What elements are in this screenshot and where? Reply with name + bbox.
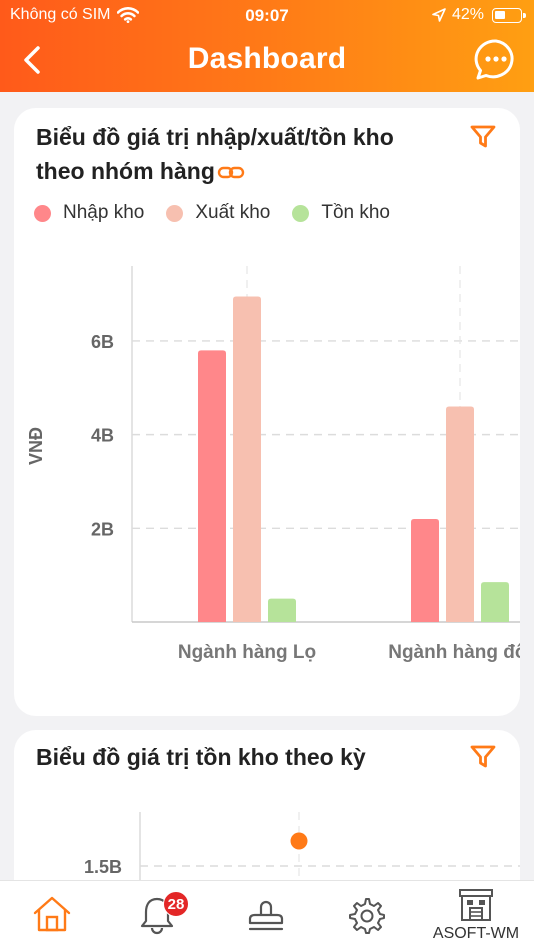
legend-item-import[interactable]: Nhập kho (34, 202, 144, 224)
chart-legend: Nhập kho Xuất kho Tồn kho (34, 202, 390, 224)
settings-tab[interactable] (316, 881, 416, 950)
gear-icon (349, 898, 385, 934)
asoft-wm-tab[interactable]: ASOFT-WM (426, 881, 526, 950)
status-right: 42% (432, 6, 526, 24)
y-tick-label: 4B (91, 426, 114, 446)
stamp-icon (248, 900, 284, 931)
legend-dot-export (166, 204, 184, 222)
card-title: Biểu đồ giá trị nhập/xuất/tồn kho theo n… (36, 120, 456, 188)
inventory-by-group-card: 2B 4B 6B VNĐ Ngành hàng Lọ Ngành hàng đôi Biể… (14, 108, 520, 716)
legend-dot-import (34, 204, 51, 222)
x-tick-label: Ngành hàng đôi (388, 642, 520, 663)
bar-Tồn kho (268, 598, 296, 622)
bottom-tab-bar: 28 ASOFT-WM (0, 880, 534, 950)
notification-badge: 28 (163, 891, 189, 917)
legend-item-export[interactable]: Xuất kho (166, 202, 270, 224)
home-tab[interactable] (2, 881, 102, 950)
bar-Xuất kho (446, 406, 474, 622)
legend-item-stock[interactable]: Tồn kho (292, 202, 390, 224)
card-title-line2: theo nhóm hàng (36, 158, 215, 184)
bar-Nhập kho (198, 350, 226, 622)
chat-button[interactable] (474, 38, 518, 82)
app-header: Không có SIM 09:07 42% Dashboard (0, 0, 534, 92)
y-axis-label: VNĐ (26, 427, 46, 465)
filter-icon (470, 125, 496, 148)
card-title-line1: Biểu đồ giá trị nhập/xuất/tồn kho (36, 124, 394, 150)
link-icon[interactable] (217, 165, 245, 181)
legend-label: Tồn kho (321, 202, 390, 223)
legend-label: Xuất kho (195, 202, 271, 223)
status-bar: Không có SIM 09:07 42% (0, 0, 534, 30)
battery-percent: 42% (451, 6, 484, 23)
bar-Nhập kho (411, 518, 439, 622)
x-tick-label: Ngành hàng Lọ (178, 642, 316, 663)
bar-chart: 2B 4B 6B VNĐ Ngành hàng Lọ Ngành hàng đôi (26, 266, 520, 663)
filter-icon (470, 745, 496, 768)
warehouse-icon (459, 889, 493, 921)
stamp-tab[interactable] (216, 881, 316, 950)
asoft-wm-label: ASOFT-WM (432, 925, 520, 942)
bar-Xuất kho (233, 296, 261, 622)
legend-dot-stock (292, 204, 310, 222)
notifications-tab[interactable]: 28 (107, 881, 207, 950)
y-tick-label: 2B (91, 519, 114, 539)
location-arrow-icon (432, 8, 446, 22)
card2-title: Biểu đồ giá trị tồn kho theo kỳ (36, 744, 366, 770)
page-title: Dashboard (187, 42, 347, 75)
battery-icon (492, 7, 526, 23)
legend-label: Nhập kho (63, 202, 145, 223)
bar-Tồn kho (481, 582, 509, 622)
nav-bar: Dashboard (0, 30, 534, 92)
data-point (290, 832, 308, 850)
chat-bubble-icon (474, 39, 514, 80)
home-icon (33, 896, 71, 932)
y-tick-label: 1.5B (84, 857, 122, 877)
filter-button[interactable] (468, 742, 498, 772)
y-tick-label: 6B (91, 332, 114, 352)
filter-button[interactable] (468, 122, 498, 152)
